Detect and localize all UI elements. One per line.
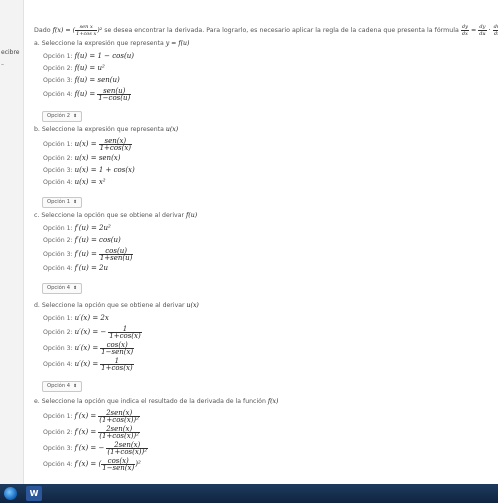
question-a-option-1: Opción 1: f(u) = 1 − cos(u) xyxy=(43,52,134,60)
word-app-icon[interactable]: W xyxy=(26,486,42,501)
question-d-option-1: Opción 1: u′(x) = 2x xyxy=(43,314,109,322)
question-c: c. Seleccione la opción que se obtiene a… xyxy=(34,210,494,294)
select-caret-icon: ⬍ xyxy=(73,114,77,119)
problem-statement: Dado f(x) = (sen x 1+cos x)² se desea enc… xyxy=(34,24,498,37)
select-caret-icon: ⬍ xyxy=(73,200,77,205)
function-definition: f(x) = (sen x 1+cos x)² xyxy=(52,24,103,37)
question-c-option-3: Opción 3: f′(u) = cos(u) 1+sen(u) xyxy=(43,246,134,262)
question-b: b. Seleccione la expresión que represent… xyxy=(34,124,494,208)
question-d-select[interactable]: Opción 4 ⬍ xyxy=(42,381,82,392)
question-c-option-1: Opción 1: f′(u) = 2u² xyxy=(43,224,111,232)
left-panel: ecibre – xyxy=(0,0,24,503)
question-d-prompt: d. Seleccione la opción que se obtiene a… xyxy=(34,302,199,309)
question-b-select[interactable]: Opción 1 ⬍ xyxy=(42,197,82,208)
question-a-option-4: Opción 4: f(u) = sen(u) 1−cos(u) xyxy=(43,86,132,102)
question-a: a. Seleccione la expresión que represent… xyxy=(34,38,494,122)
question-d-option-3: Opción 3: u′(x) = cos(x) 1−sen(x) xyxy=(43,340,135,356)
select-caret-icon: ⬍ xyxy=(73,384,77,389)
question-c-prompt: c. Seleccione la opción que se obtiene a… xyxy=(34,212,198,219)
start-button[interactable] xyxy=(4,487,17,500)
question-c-option-4: Opción 4: f′(u) = 2u xyxy=(43,264,109,272)
question-c-option-2: Opción 2: f′(u) = cos(u) xyxy=(43,236,121,244)
question-b-prompt: b. Seleccione la expresión que represent… xyxy=(34,126,179,133)
question-b-option-3: Opción 3: u(x) = 1 + cos(x) xyxy=(43,166,135,174)
question-d: d. Seleccione la opción que se obtiene a… xyxy=(34,300,494,392)
question-a-select[interactable]: Opción 2 ⬍ xyxy=(42,111,82,122)
left-panel-label: ecibre xyxy=(1,49,20,56)
question-d-option-4: Opción 4: u′(x) = 1 1+cos(x) xyxy=(43,356,134,372)
question-b-option-4: Opción 4: u(x) = x² xyxy=(43,178,106,186)
chain-rule-formula: dydx = dydu · dudx xyxy=(460,24,498,37)
question-content: Dado f(x) = (sen x 1+cos x)² se desea enc… xyxy=(34,0,498,480)
question-b-option-1: Opción 1: u(x) = sen(x) 1+cos(x) xyxy=(43,136,133,152)
question-e: e. Seleccione la opción que indica el re… xyxy=(34,396,494,472)
question-a-option-2: Opción 2: f(u) = u² xyxy=(43,64,105,72)
question-c-select[interactable]: Opción 4 ⬍ xyxy=(42,283,82,294)
question-e-option-1: Opción 1: f′(x) = 2sen(x) (1+cos(x))² xyxy=(43,408,140,424)
question-a-option-3: Opción 3: f(u) = sen(u) xyxy=(43,76,120,84)
intro-prefix: Dado xyxy=(34,27,51,34)
question-e-prompt: e. Seleccione la opción que indica el re… xyxy=(34,398,279,405)
question-e-option-4: Opción 4: f′(x) = (cos(x) 1−sen(x))² xyxy=(43,456,141,472)
question-d-option-2: Opción 2: u′(x) = − 1 1+cos(x) xyxy=(43,324,142,340)
intro-suffix: se desea encontrar la derivada. Para log… xyxy=(104,27,459,34)
question-b-option-2: Opción 2: u(x) = sen(x) xyxy=(43,154,121,162)
question-a-prompt: a. Seleccione la expresión que represent… xyxy=(34,40,190,47)
question-e-option-2: Opción 2: f′(x) = 2sen(x) (1+cos(x))² xyxy=(43,424,140,440)
taskbar: W xyxy=(0,484,498,503)
select-caret-icon: ⬍ xyxy=(73,286,77,291)
left-panel-mark: – xyxy=(1,61,4,68)
question-e-option-3: Opción 3: f′(x) = − 2sen(x) (1+cos(x))² xyxy=(43,440,149,456)
